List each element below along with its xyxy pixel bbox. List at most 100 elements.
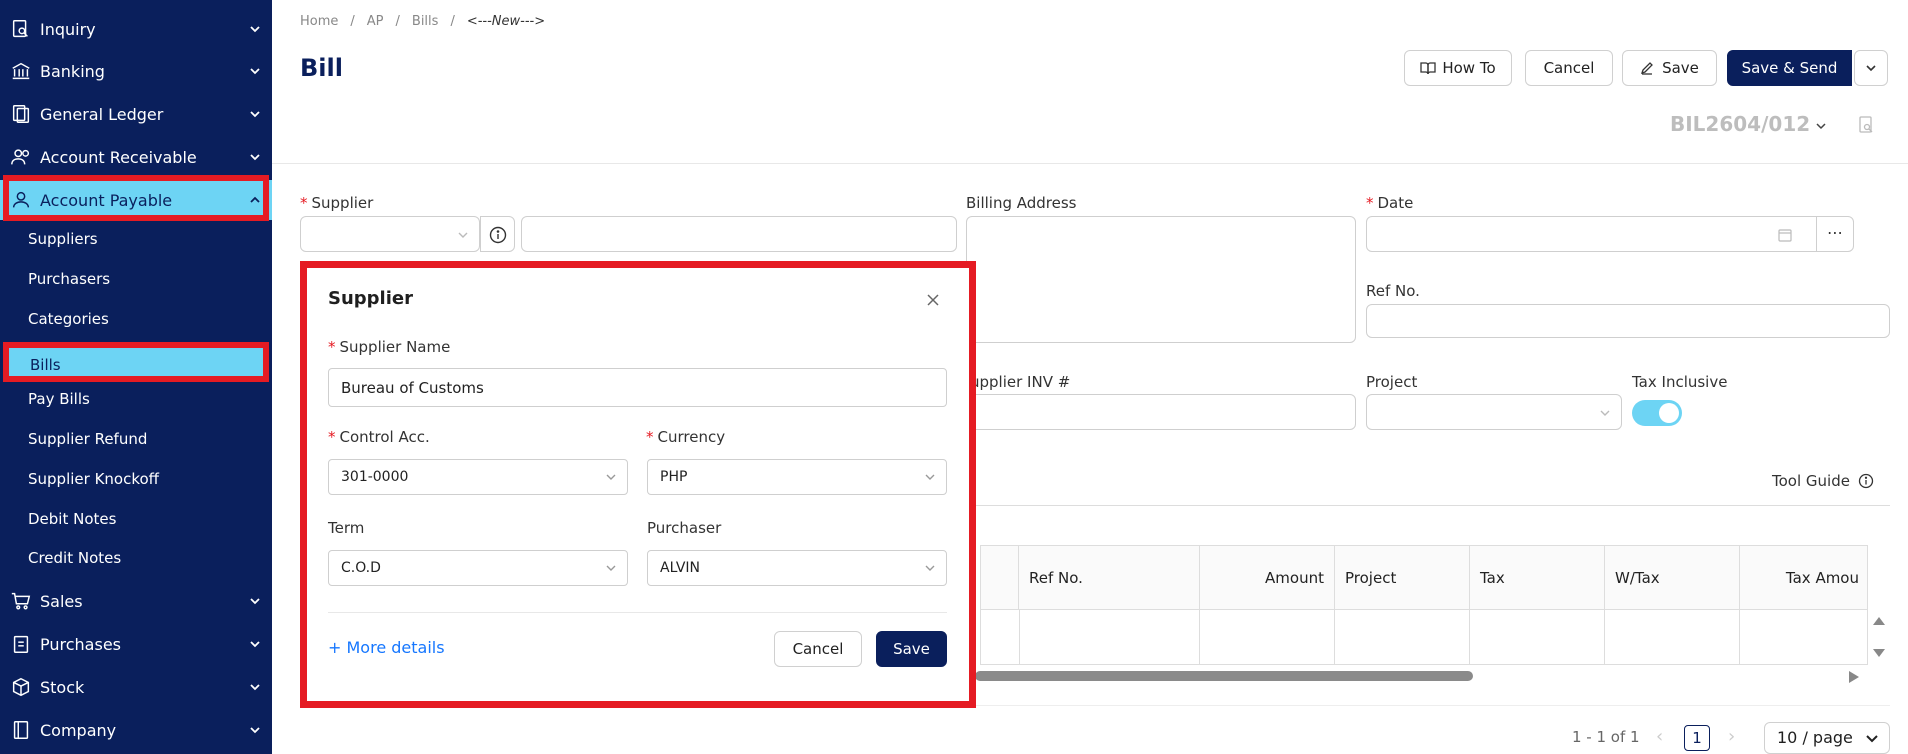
sidebar-item-supplier-refund[interactable]: Supplier Refund: [28, 430, 147, 448]
horizontal-scrollbar[interactable]: [975, 671, 1473, 681]
nav-company[interactable]: Company: [0, 710, 272, 750]
more-icon[interactable]: ⋯: [1827, 223, 1843, 242]
sidebar-item-pay-bills[interactable]: Pay Bills: [28, 390, 90, 408]
search-doc-icon[interactable]: [1858, 116, 1874, 134]
chevron-down-icon[interactable]: [1814, 119, 1828, 133]
currency-select[interactable]: PHP: [647, 459, 947, 495]
supplier-select[interactable]: [300, 216, 480, 252]
ref-no-label: Ref No.: [1366, 282, 1420, 300]
nav-sales[interactable]: Sales: [0, 581, 272, 621]
term-label: Term: [328, 519, 365, 537]
chevron-down-icon: [1866, 65, 1876, 72]
chevron-down-icon: [250, 598, 260, 605]
bank-icon: [12, 62, 30, 80]
close-icon[interactable]: [925, 292, 941, 308]
tool-guide-label[interactable]: Tool Guide: [1772, 472, 1850, 490]
breadcrumb-ap[interactable]: AP: [367, 14, 384, 29]
column-header-amount[interactable]: Amount: [1200, 546, 1335, 609]
date-label: * Date: [1366, 194, 1414, 212]
calendar-icon: [1778, 229, 1792, 242]
sidebar-item-suppliers[interactable]: Suppliers: [28, 230, 98, 248]
supplier-label: * Supplier: [300, 194, 374, 212]
page-size-select[interactable]: 10 / page: [1764, 722, 1890, 754]
active-section-highlight: [3, 175, 269, 221]
nav-inquiry[interactable]: Inquiry: [0, 9, 272, 49]
chevron-down-icon: [458, 232, 468, 238]
modal-divider: [328, 612, 947, 613]
more-details-link[interactable]: + More details: [328, 638, 445, 657]
edit-icon: [1641, 62, 1653, 75]
purchaser-select[interactable]: ALVIN: [647, 550, 947, 586]
breadcrumb-home[interactable]: Home: [300, 14, 338, 29]
search-doc-icon: [12, 20, 28, 38]
sidebar-item-categories[interactable]: Categories: [28, 310, 109, 328]
chevron-down-icon: [1866, 735, 1878, 743]
info-icon[interactable]: [1858, 473, 1874, 489]
how-to-button[interactable]: How To: [1404, 50, 1512, 86]
sidebar-item-purchasers[interactable]: Purchasers: [28, 270, 110, 288]
clipboard-icon: [13, 635, 29, 653]
box-icon: [12, 677, 30, 697]
project-label: Project: [1366, 373, 1418, 391]
project-select[interactable]: [1366, 394, 1622, 430]
chevron-down-icon: [925, 474, 935, 480]
info-icon: [489, 226, 507, 244]
book-icon: [13, 721, 29, 739]
column-header-wtax[interactable]: W/Tax: [1605, 546, 1740, 609]
cancel-button[interactable]: Cancel: [1525, 50, 1613, 86]
save-options-dropdown[interactable]: [1854, 50, 1888, 86]
nav-stock[interactable]: Stock: [0, 667, 272, 707]
breadcrumb-bills[interactable]: Bills: [412, 14, 439, 29]
supplier-inv-field[interactable]: [966, 394, 1356, 430]
control-acc-label: * Control Acc.: [328, 428, 430, 446]
supplier-info-button[interactable]: [480, 216, 515, 252]
nav-general-ledger[interactable]: General Ledger: [0, 94, 272, 134]
save-send-button[interactable]: Save & Send: [1727, 50, 1852, 86]
scroll-down-icon[interactable]: [1872, 648, 1886, 658]
chevron-down-icon: [606, 565, 616, 571]
chevron-down-icon: [250, 111, 260, 118]
supplier-name-label: * Supplier Name: [328, 338, 451, 356]
column-header-tax-amount[interactable]: Tax Amou: [1740, 546, 1869, 609]
chevron-left-icon[interactable]: ‹: [1656, 726, 1663, 747]
scroll-right-icon[interactable]: [1848, 670, 1860, 684]
supplier-name-display[interactable]: [521, 216, 957, 252]
sidebar-item-debit-notes[interactable]: Debit Notes: [28, 510, 116, 528]
chevron-right-icon[interactable]: ›: [1728, 726, 1735, 747]
term-select[interactable]: C.O.D: [328, 550, 628, 586]
modal-save-button[interactable]: Save: [876, 631, 947, 667]
document-number: BIL2604/012: [1670, 112, 1811, 136]
chevron-down-icon: [250, 684, 260, 691]
billing-address-field[interactable]: [966, 216, 1356, 343]
breadcrumb-current: <---New--->: [466, 14, 546, 29]
column-header-ref-no[interactable]: Ref No.: [1019, 546, 1200, 609]
nav-banking[interactable]: Banking: [0, 51, 272, 91]
control-acc-select[interactable]: 301-0000: [328, 459, 628, 495]
currency-label: * Currency: [646, 428, 726, 446]
sidebar-item-supplier-knockoff[interactable]: Supplier Knockoff: [28, 470, 159, 488]
page-number-1[interactable]: 1: [1684, 725, 1710, 751]
chevron-down-icon: [1600, 410, 1610, 416]
chevron-down-icon: [250, 641, 260, 648]
purchaser-label: Purchaser: [647, 519, 722, 537]
scroll-up-icon[interactable]: [1872, 616, 1886, 626]
tax-inclusive-label: Tax Inclusive: [1632, 373, 1728, 391]
nav-purchases[interactable]: Purchases: [0, 624, 272, 664]
book-open-icon: [1420, 62, 1436, 75]
sidebar-item-bills[interactable]: Bills: [3, 342, 269, 382]
chevron-down-icon: [250, 26, 260, 33]
nav-account-receivable[interactable]: Account Receivable: [0, 137, 272, 177]
save-button[interactable]: Save: [1622, 50, 1717, 86]
header-divider: [272, 163, 1908, 164]
chevron-down-icon: [925, 565, 935, 571]
modal-cancel-button[interactable]: Cancel: [774, 631, 862, 667]
modal-title: Supplier: [328, 288, 413, 309]
sidebar-item-credit-notes[interactable]: Credit Notes: [28, 549, 121, 567]
column-header-tax[interactable]: Tax: [1470, 546, 1605, 609]
date-field[interactable]: ⋯: [1366, 216, 1854, 252]
column-header-project[interactable]: Project: [1335, 546, 1470, 609]
supplier-name-input[interactable]: Bureau of Customs: [328, 368, 947, 407]
ref-no-field[interactable]: [1366, 304, 1890, 338]
chevron-down-icon: [250, 68, 260, 75]
tax-inclusive-toggle[interactable]: [1632, 400, 1682, 426]
